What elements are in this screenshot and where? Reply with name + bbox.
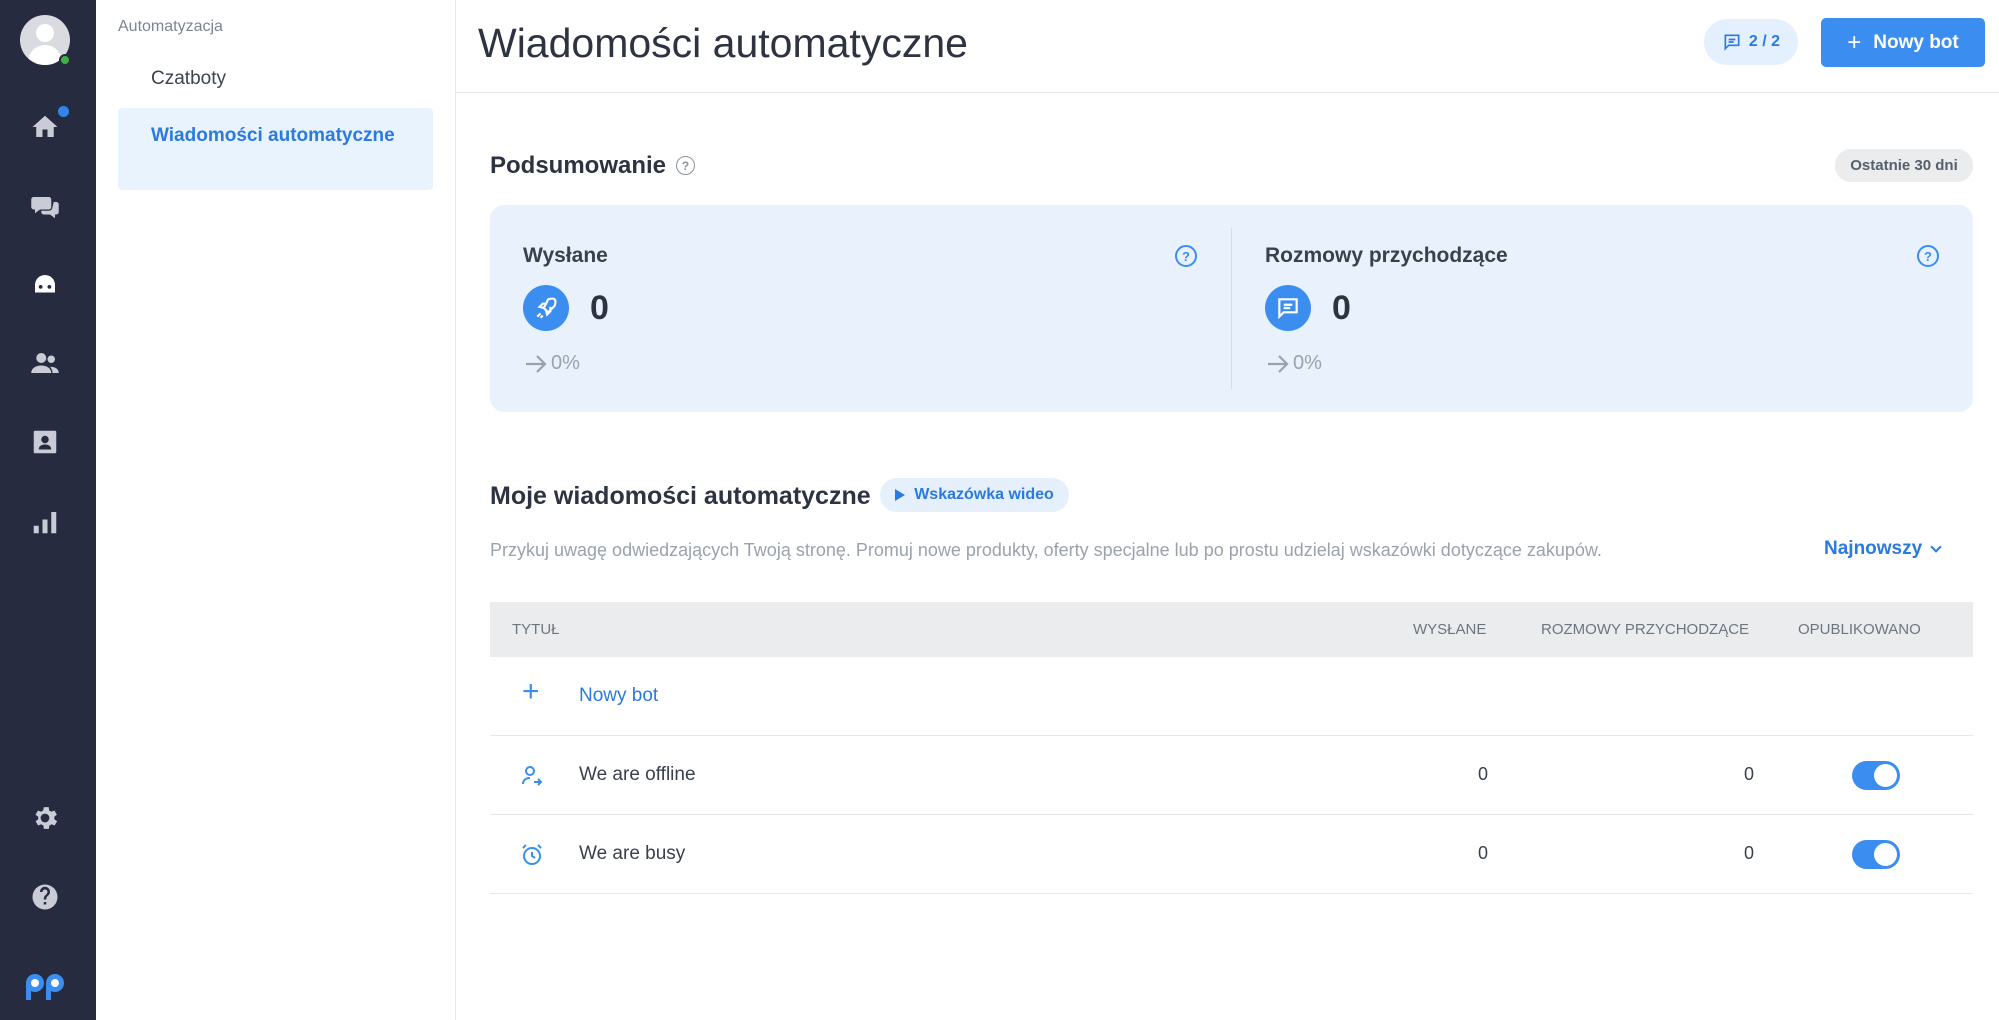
message-icon xyxy=(1265,285,1311,331)
chat-icon[interactable] xyxy=(28,190,62,224)
plus-icon: + xyxy=(522,675,540,708)
online-status-dot xyxy=(59,54,71,66)
play-icon xyxy=(895,489,906,501)
stat-sent-help-icon[interactable]: ? xyxy=(1175,245,1197,267)
table-row[interactable]: We are busy 0 0 xyxy=(490,815,1973,894)
notification-dot xyxy=(58,106,69,117)
row-incoming: 0 xyxy=(1744,764,1755,784)
bot-count-text: 2 / 2 xyxy=(1748,33,1781,50)
sort-dropdown[interactable]: Najnowszy xyxy=(1824,538,1942,560)
sub-navigation: Automatyzacja Czatboty Wiadomości automa… xyxy=(96,0,456,1020)
app-root: Automatyzacja Czatboty Wiadomości automa… xyxy=(0,0,1999,1020)
bot-count-badge[interactable]: 2 / 2 xyxy=(1704,19,1798,65)
settings-icon[interactable] xyxy=(28,801,62,835)
user-offline-icon xyxy=(520,764,544,788)
contacts-icon[interactable] xyxy=(28,425,62,459)
messages-title: Moje wiadomości automatyczne xyxy=(490,482,871,510)
message-icon xyxy=(1724,34,1740,51)
people-icon[interactable] xyxy=(28,346,62,380)
stat-incoming-value: 0 xyxy=(1332,289,1351,327)
row-title[interactable]: We are offline xyxy=(579,764,696,786)
arrow-right-icon xyxy=(526,354,547,373)
video-hint-button[interactable]: Wskazówka wideo xyxy=(880,478,1069,512)
alarm-clock-icon xyxy=(520,843,544,867)
row-title[interactable]: We are busy xyxy=(579,843,685,865)
stat-incoming: Rozmowy przychodzące ? 0 0% xyxy=(1232,205,1973,412)
stat-sent-trend: 0% xyxy=(523,352,580,375)
messages-description: Przykuj uwagę odwiedzających Twoją stron… xyxy=(490,540,1602,560)
subnav-section-title: Automatyzacja xyxy=(118,18,223,35)
period-badge: Ostatnie 30 dni xyxy=(1835,149,1973,182)
stat-sent-label: Wysłane xyxy=(523,244,608,267)
home-icon[interactable] xyxy=(28,110,62,144)
stat-incoming-trend-text: 0% xyxy=(1293,352,1322,374)
main-rail xyxy=(0,0,96,1020)
new-bot-button-label: Nowy bot xyxy=(1873,31,1959,53)
arrow-right-icon xyxy=(1268,354,1289,373)
help-icon[interactable] xyxy=(28,880,62,914)
subnav-item-chatbots[interactable]: Czatboty xyxy=(118,62,433,96)
summary-title: Podsumowanie xyxy=(490,152,667,179)
page-title: Wiadomości automatyczne xyxy=(478,20,968,66)
row-incoming: 0 xyxy=(1744,843,1755,863)
new-bot-row-label[interactable]: Nowy bot xyxy=(579,685,658,707)
table-header: TYTUŁ WYSŁANE ROZMOWY PRZYCHODZĄCE OPUBL… xyxy=(490,602,1973,657)
column-title: TYTUŁ xyxy=(512,621,560,638)
stat-sent-value: 0 xyxy=(590,289,609,327)
row-sent: 0 xyxy=(1478,764,1489,784)
app-logo xyxy=(24,970,68,1004)
summary-help-icon[interactable]: ? xyxy=(676,156,695,175)
toggle-knob xyxy=(1874,843,1897,866)
page-header: Wiadomości automatyczne 2 / 2 + Nowy bot xyxy=(456,0,1999,93)
sort-label: Najnowszy xyxy=(1824,538,1923,559)
row-sent: 0 xyxy=(1478,843,1489,863)
summary-stats-panel: Wysłane ? 0 0% Rozmowy przychodzące ? 0 … xyxy=(490,205,1973,412)
video-hint-label: Wskazówka wideo xyxy=(914,486,1054,503)
column-incoming: ROZMOWY PRZYCHODZĄCE xyxy=(1541,621,1750,638)
stat-sent-trend-text: 0% xyxy=(551,352,580,374)
column-sent: WYSŁANE xyxy=(1413,621,1487,638)
new-bot-button[interactable]: + Nowy bot xyxy=(1821,18,1985,67)
new-bot-row[interactable]: + Nowy bot xyxy=(490,657,1973,736)
stat-incoming-help-icon[interactable]: ? xyxy=(1917,245,1939,267)
plus-icon: + xyxy=(1847,28,1862,56)
rocket-icon xyxy=(523,285,569,331)
messages-table: TYTUŁ WYSŁANE ROZMOWY PRZYCHODZĄCE OPUBL… xyxy=(490,602,1973,894)
chevron-down-icon xyxy=(1930,540,1942,553)
table-row[interactable]: We are offline 0 0 xyxy=(490,736,1973,815)
stats-icon[interactable] xyxy=(28,505,62,539)
subnav-item-auto-messages[interactable]: Wiadomości automatyczne xyxy=(118,108,433,190)
publish-toggle[interactable] xyxy=(1852,840,1900,869)
stat-incoming-label: Rozmowy przychodzące xyxy=(1265,244,1508,267)
publish-toggle[interactable] xyxy=(1852,761,1900,790)
avatar-head xyxy=(36,24,54,42)
stat-incoming-trend: 0% xyxy=(1265,352,1322,375)
toggle-knob xyxy=(1874,764,1897,787)
bot-icon[interactable] xyxy=(28,268,62,302)
avatar-body xyxy=(28,45,62,65)
column-published: OPUBLIKOWANO xyxy=(1798,621,1921,638)
stat-sent: Wysłane ? 0 0% xyxy=(490,205,1231,412)
